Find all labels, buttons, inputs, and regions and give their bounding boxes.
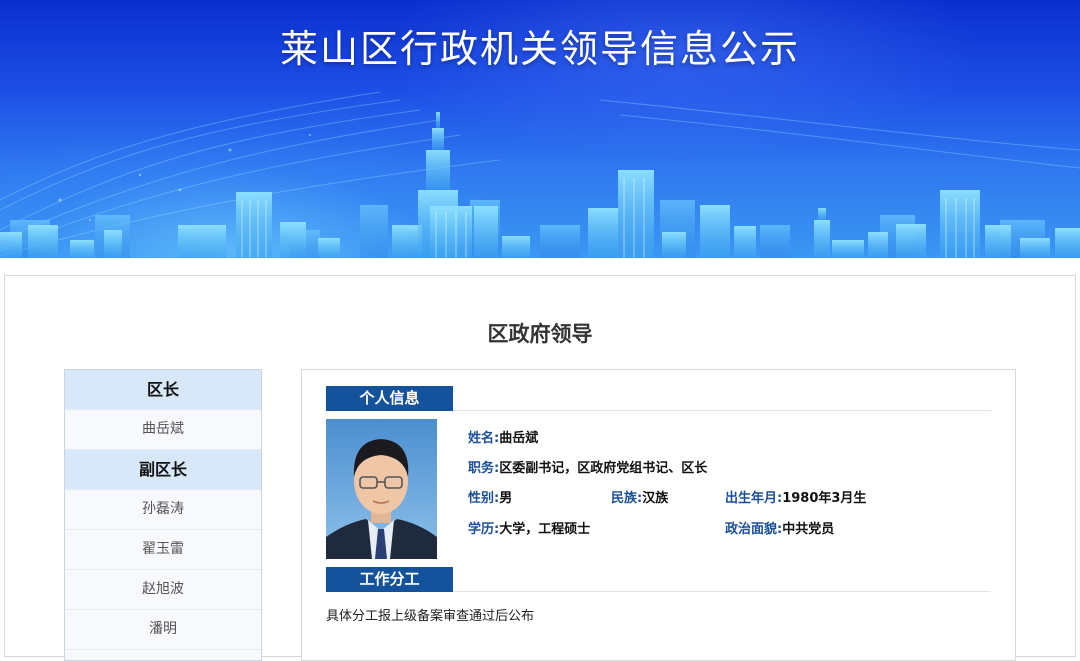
gender-value: 男	[499, 491, 513, 506]
position-label: 职务:	[468, 461, 500, 476]
sidebar-item-sun-leitao[interactable]: 孙磊涛	[65, 490, 261, 530]
education-label: 学历:	[468, 522, 500, 537]
field-name: 姓名:曲岳斌	[468, 427, 538, 446]
sidebar-item-qu-yuebin[interactable]: 曲岳斌	[65, 410, 261, 450]
tab-personal-info: 个人信息	[326, 386, 453, 411]
sidebar-item-zhai-yulei[interactable]: 翟玉雷	[65, 530, 261, 570]
name-value: 曲岳斌	[499, 431, 539, 446]
leader-sidebar: 区长 曲岳斌 副区长 孙磊涛 翟玉雷 赵旭波 潘明	[64, 369, 262, 661]
ethnicity-label: 民族:	[611, 491, 643, 506]
field-birth: 出生年月:1980年3月生	[725, 487, 866, 506]
divider	[453, 591, 991, 592]
education-value: 大学，工程硕士	[499, 522, 591, 537]
divider	[453, 410, 991, 411]
header-banner: 莱山区行政机关领导信息公示	[0, 0, 1080, 258]
gender-label: 性别:	[468, 491, 500, 506]
tab-work-duty: 工作分工	[326, 567, 453, 592]
sidebar-group-mayor: 区长	[65, 370, 261, 410]
leader-photo	[326, 419, 437, 559]
sidebar-item-pan-ming[interactable]: 潘明	[65, 610, 261, 650]
section-title: 区政府领导	[487, 322, 593, 346]
ethnicity-value: 汉族	[642, 491, 669, 506]
birth-label: 出生年月:	[725, 491, 783, 506]
name-label: 姓名:	[468, 431, 500, 446]
field-position: 职务:区委副书记，区政府党组书记、区长	[468, 457, 707, 476]
duty-description: 具体分工报上级备案审查通过后公布	[326, 609, 535, 624]
field-politics: 政治面貌:中共党员	[725, 518, 834, 537]
site-title: 莱山区行政机关领导信息公示	[279, 27, 800, 71]
sidebar-item-zhao-xubo[interactable]: 赵旭波	[65, 570, 261, 610]
sidebar-group-deputy-mayor: 副区长	[65, 450, 261, 490]
field-education: 学历:大学，工程硕士	[468, 518, 590, 537]
position-value: 区委副书记，区政府党组书记、区长	[499, 461, 708, 476]
field-gender: 性别:男	[468, 487, 512, 506]
politics-value: 中共党员	[782, 522, 835, 537]
birth-value: 1980年3月生	[782, 491, 867, 506]
politics-label: 政治面貌:	[725, 522, 783, 537]
field-ethnicity: 民族:汉族	[611, 487, 668, 506]
